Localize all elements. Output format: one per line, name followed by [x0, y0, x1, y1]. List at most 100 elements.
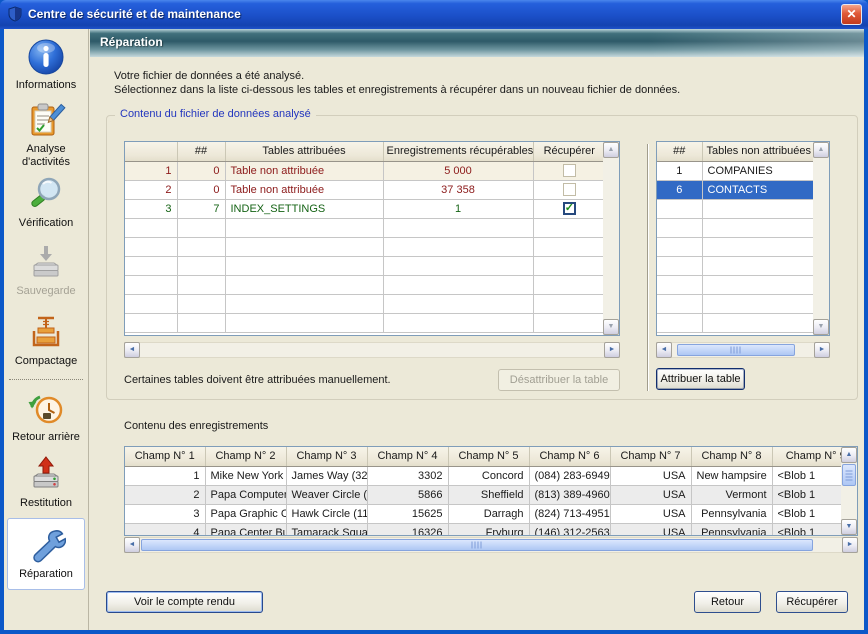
record-row[interactable]: 3 Papa Graphic Cr Hawk Circle (11 15625 … — [125, 504, 858, 523]
column-header: Champ N° 1 — [125, 447, 205, 466]
column-header — [125, 142, 177, 161]
scroll-up-icon[interactable]: ▲ — [813, 142, 829, 158]
scroll-left-icon[interactable]: ◄ — [656, 342, 672, 358]
scroll-up-icon[interactable]: ▲ — [841, 447, 857, 463]
sidebar-item-compactage[interactable]: Compactage — [6, 313, 86, 368]
unassign-table-button: Désattribuer la table — [498, 369, 620, 391]
sidebar-item-label: Informations — [6, 79, 86, 92]
scrollbar-thumb[interactable] — [677, 344, 795, 356]
activity-clipboard-icon — [26, 101, 66, 141]
empty-row — [125, 256, 605, 275]
recover-checkbox[interactable] — [563, 164, 576, 177]
table-row[interactable]: 2 0 Table non attribuée 37 358 — [125, 180, 605, 199]
section-header-bar: Réparation — [90, 29, 864, 57]
column-header: Récupérer — [533, 142, 605, 161]
assign-table-button[interactable]: Attribuer la table — [656, 368, 745, 390]
info-icon — [26, 37, 66, 77]
sidebar-item-informations[interactable]: Informations — [6, 37, 86, 92]
scroll-down-icon[interactable]: ▼ — [603, 319, 619, 335]
note-text: Certaines tables doivent être attribuées… — [124, 374, 391, 386]
scroll-right-icon[interactable]: ► — [604, 342, 620, 358]
sidebar-item-label: Vérification — [6, 217, 86, 230]
column-header: Tables attribuées — [225, 142, 383, 161]
empty-row — [125, 218, 605, 237]
page-title: Réparation — [100, 35, 163, 49]
intro-text: Votre fichier de données a été analysé. … — [114, 69, 680, 97]
sidebar-item-retour-arriere[interactable]: Retour arrière — [6, 389, 86, 444]
scroll-up-icon[interactable]: ▲ — [603, 142, 619, 158]
sidebar-item-label: Retour arrière — [6, 431, 86, 444]
sidebar-item-restitution[interactable]: Restitution — [6, 455, 86, 510]
horizontal-scrollbar[interactable]: ◄ ► — [656, 342, 830, 358]
column-header: Tables non attribuées — [702, 142, 815, 161]
empty-row — [657, 294, 815, 313]
window-body: Informations Analyse d'activités — [4, 29, 864, 630]
empty-row — [657, 313, 815, 332]
empty-row — [125, 275, 605, 294]
attributed-header-row: ## Tables attribuées Enregistrements réc… — [125, 142, 605, 161]
backup-icon — [26, 243, 66, 283]
scrollbar-thumb[interactable] — [141, 539, 813, 551]
intro-line-2: Sélectionnez dans la liste ci-dessous le… — [114, 83, 680, 97]
unattributed-tables-grid: ## Tables non attribuées 1 COMPANIES 6 C… — [656, 141, 830, 336]
analyzed-file-groupbox: Contenu du fichier de données analysé ##… — [106, 115, 858, 400]
sidebar-item-label: Restitution — [6, 497, 86, 510]
empty-row — [125, 294, 605, 313]
scroll-down-icon[interactable]: ▼ — [841, 519, 857, 535]
recover-button[interactable]: Récupérer — [776, 591, 848, 613]
compactor-icon — [26, 313, 66, 353]
empty-row — [657, 237, 815, 256]
column-header: Champ N° 3 — [286, 447, 367, 466]
scroll-left-icon[interactable]: ◄ — [124, 342, 140, 358]
table-row[interactable]: 3 7 INDEX_SETTINGS 1 — [125, 199, 605, 218]
sidebar-item-verification[interactable]: Vérification — [6, 175, 86, 230]
pane-divider — [647, 144, 649, 391]
column-header: Champ N° 7 — [610, 447, 691, 466]
sidebar: Informations Analyse d'activités — [4, 29, 89, 630]
column-header: Champ N° 6 — [529, 447, 610, 466]
empty-row — [657, 199, 815, 218]
column-header: Champ N° 2 — [205, 447, 286, 466]
main-panel: Réparation Votre fichier de données a ét… — [90, 29, 864, 630]
recover-checkbox-checked[interactable] — [563, 202, 576, 215]
view-report-button[interactable]: Voir le compte rendu — [106, 591, 263, 613]
records-grid: Champ N° 1 Champ N° 2 Champ N° 3 Champ N… — [124, 446, 858, 536]
empty-row — [125, 313, 605, 332]
empty-row — [657, 256, 815, 275]
record-row[interactable]: 2 Papa Computer Weaver Circle (6 5866 Sh… — [125, 485, 858, 504]
title-bar: Centre de sécurité et de maintenance ✕ — [0, 0, 868, 29]
column-header: Champ N° 4 — [367, 447, 448, 466]
sidebar-item-reparation[interactable]: Réparation — [7, 518, 85, 590]
table-row-selected[interactable]: 6 CONTACTS — [657, 180, 815, 199]
recover-checkbox[interactable] — [563, 183, 576, 196]
attributed-tables-grid: ## Tables attribuées Enregistrements réc… — [124, 141, 620, 336]
vertical-scrollbar[interactable]: ▲ ▼ — [603, 142, 619, 335]
vertical-scrollbar[interactable]: ▲ ▼ — [813, 142, 829, 335]
sidebar-item-label: Analyse d'activités — [6, 143, 86, 169]
restore-icon — [26, 455, 66, 495]
column-header: Champ N° 8 — [691, 447, 772, 466]
close-button[interactable]: ✕ — [841, 4, 862, 25]
table-row[interactable]: 1 0 Table non attribuée 5 000 — [125, 161, 605, 180]
window-title: Centre de sécurité et de maintenance — [28, 7, 241, 21]
horizontal-scrollbar[interactable]: ◄ ► — [124, 342, 620, 358]
intro-line-1: Votre fichier de données a été analysé. — [114, 69, 680, 83]
vertical-scrollbar[interactable]: ▲ ▼ — [841, 447, 857, 535]
scroll-right-icon[interactable]: ► — [814, 342, 830, 358]
column-header: Champ N° 5 — [448, 447, 529, 466]
scrollbar-thumb[interactable] — [842, 464, 856, 486]
scroll-down-icon[interactable]: ▼ — [813, 319, 829, 335]
record-row[interactable]: 1 Mike New York S James Way (32) 3302 Co… — [125, 466, 858, 485]
sidebar-item-analyse[interactable]: Analyse d'activités — [6, 101, 86, 169]
empty-row — [657, 275, 815, 294]
empty-row — [657, 218, 815, 237]
wrench-icon — [26, 526, 66, 566]
horizontal-scrollbar[interactable]: ◄ ► — [124, 537, 858, 553]
sidebar-item-label: Compactage — [6, 355, 86, 368]
column-header: Enregistrements récupérables — [383, 142, 533, 161]
scroll-right-icon[interactable]: ► — [842, 537, 858, 553]
record-row[interactable]: 4 Papa Center Bui Tamarack Squar 16326 F… — [125, 523, 858, 536]
back-button[interactable]: Retour — [694, 591, 761, 613]
scroll-left-icon[interactable]: ◄ — [124, 537, 140, 553]
table-row[interactable]: 1 COMPANIES — [657, 161, 815, 180]
